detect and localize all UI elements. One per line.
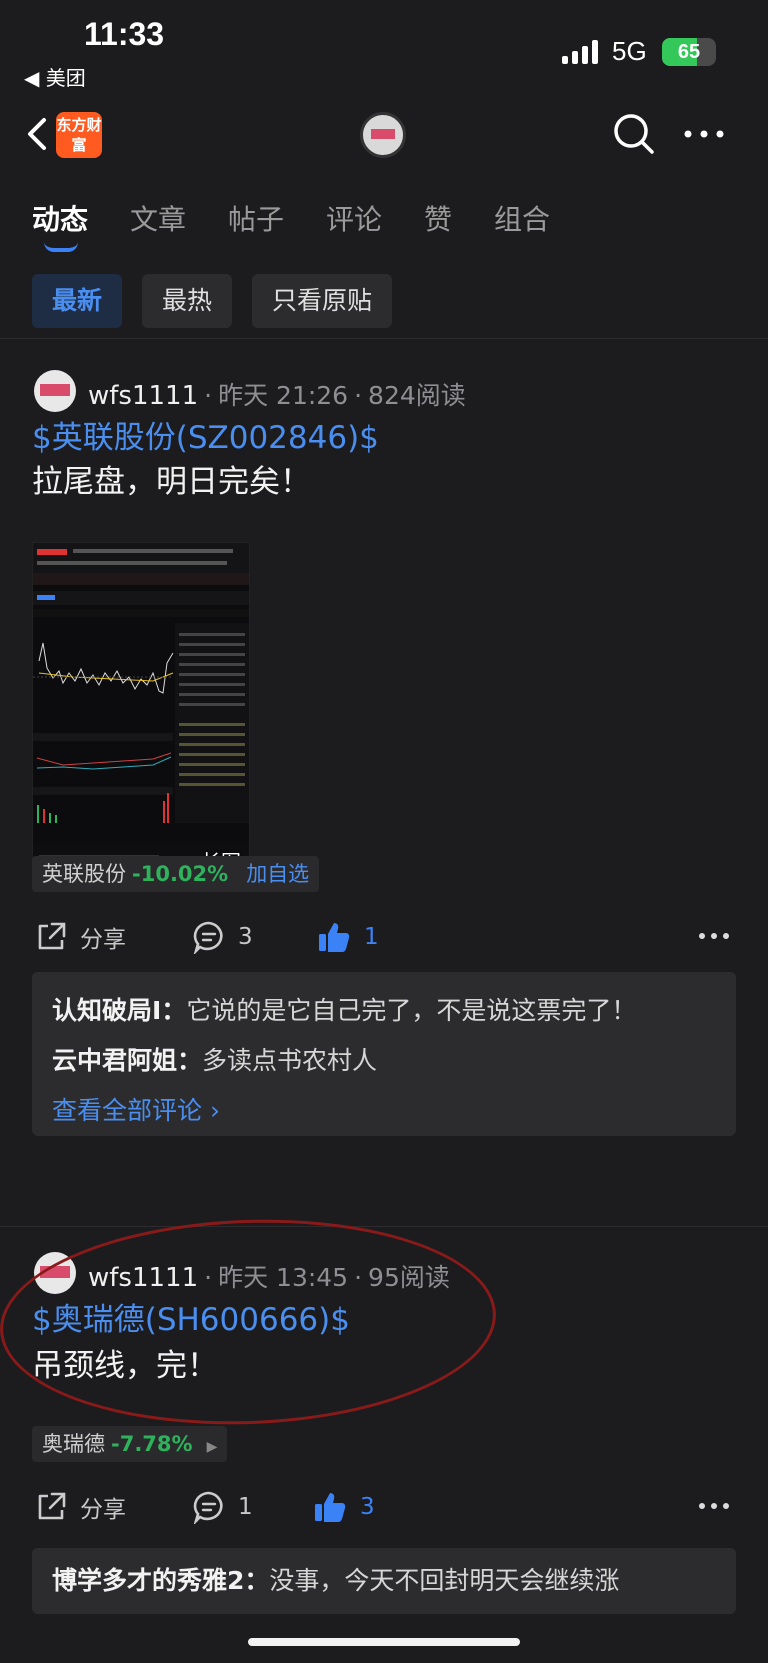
share-icon bbox=[38, 922, 66, 950]
stock-tag[interactable]: 奥瑞德 -7.78% ▶ bbox=[32, 1426, 228, 1462]
comments-preview: 认知破局I：它说的是它自己完了，不是说这票完了！ 云中君阿姐：多读点书农村人 查… bbox=[32, 972, 736, 1136]
like-button[interactable]: 1 bbox=[316, 912, 379, 962]
battery-icon: 65 bbox=[662, 38, 716, 66]
comment-item[interactable]: 认知破局I：它说的是它自己完了，不是说这票完了！ bbox=[52, 986, 716, 1036]
nav-header: 东方财富 bbox=[0, 100, 768, 180]
post-text: 吊颈线，完！ bbox=[32, 1348, 218, 1384]
divider bbox=[0, 1226, 768, 1227]
like-button[interactable]: 3 bbox=[312, 1482, 375, 1532]
status-bar: 11:33 ◀ 美团 5G 65 bbox=[0, 0, 768, 100]
network-type: 5G bbox=[612, 36, 647, 66]
comment-user[interactable]: 博学多才的秀雅2： bbox=[52, 1566, 269, 1595]
tab-articles[interactable]: 文章 bbox=[130, 198, 186, 238]
stock-change: -7.78% bbox=[111, 1432, 193, 1456]
tab-portfolios[interactable]: 组合 bbox=[494, 198, 550, 238]
tab-likes[interactable]: 赞 bbox=[424, 198, 452, 238]
filter-original-only[interactable]: 只看原贴 bbox=[252, 274, 393, 328]
comment-text: 它说的是它自己完了，不是说这票完了！ bbox=[186, 996, 637, 1025]
divider bbox=[0, 338, 768, 339]
comments-preview: 博学多才的秀雅2：没事，今天不回封明天会继续涨 bbox=[32, 1548, 736, 1614]
thumbs-up-icon bbox=[315, 1493, 346, 1522]
stock-link[interactable]: $奥瑞德(SH600666)$ bbox=[32, 1294, 350, 1339]
post-text: 拉尾盘，明日完矣！ bbox=[32, 464, 311, 500]
signal-icon bbox=[562, 40, 600, 64]
status-time: 11:33 bbox=[84, 16, 165, 52]
post-time: 昨天 21:26 bbox=[218, 381, 349, 410]
author-avatar[interactable] bbox=[34, 1252, 76, 1294]
stock-chart-thumbnail bbox=[33, 543, 249, 883]
comment-item[interactable]: 云中君阿姐：多读点书农村人 bbox=[52, 1036, 716, 1086]
share-button[interactable]: 分享 bbox=[34, 1482, 126, 1532]
more-options-icon[interactable] bbox=[696, 924, 732, 948]
comment-user[interactable]: 认知破局I： bbox=[52, 996, 186, 1025]
comment-button[interactable]: 3 bbox=[192, 912, 253, 962]
post-time: 昨天 13:45 bbox=[218, 1263, 349, 1292]
app-logo[interactable]: 东方财富 bbox=[56, 112, 102, 158]
post-meta: wfs1111 · 昨天 13:45 · 95阅读 bbox=[88, 1263, 450, 1293]
search-icon[interactable] bbox=[610, 110, 658, 158]
filter-latest[interactable]: 最新 bbox=[32, 274, 123, 328]
comment-text: 没事，今天不回封明天会继续涨 bbox=[269, 1566, 620, 1595]
stock-change: -10.02% bbox=[132, 862, 229, 886]
stock-tag[interactable]: 英联股份 -10.02% 加自选 bbox=[32, 856, 320, 892]
share-button[interactable]: 分享 bbox=[34, 912, 126, 962]
filter-hottest[interactable]: 最热 bbox=[142, 274, 233, 328]
back-arrow-icon[interactable] bbox=[18, 114, 58, 154]
stock-link[interactable]: $英联股份(SZ002846)$ bbox=[32, 412, 379, 457]
share-label: 分享 bbox=[80, 927, 126, 953]
tab-posts[interactable]: 帖子 bbox=[228, 198, 284, 238]
home-indicator[interactable] bbox=[248, 1638, 520, 1646]
comment-count: 3 bbox=[238, 924, 253, 950]
tab-dynamic[interactable]: 动态 bbox=[32, 198, 88, 238]
post-actions: 分享 1 3 bbox=[0, 1482, 768, 1532]
comment-user[interactable]: 云中君阿姐： bbox=[52, 1046, 202, 1075]
add-watchlist-button[interactable]: 加自选 bbox=[246, 862, 309, 886]
author-avatar[interactable] bbox=[34, 370, 76, 412]
battery-level: 65 bbox=[677, 41, 701, 63]
chevron-right-icon: ▶ bbox=[206, 1439, 218, 1455]
comment-count: 1 bbox=[238, 1494, 253, 1520]
back-to-app-link[interactable]: ◀ 美团 bbox=[24, 62, 86, 91]
content-tabs: 动态 文章 帖子 评论 赞 组合 bbox=[0, 198, 768, 258]
stock-name: 英联股份 bbox=[42, 862, 126, 886]
tab-comments[interactable]: 评论 bbox=[326, 198, 382, 238]
comment-button[interactable]: 1 bbox=[192, 1482, 253, 1532]
like-count: 1 bbox=[364, 924, 379, 950]
post-meta: wfs1111 · 昨天 21:26 · 824阅读 bbox=[88, 381, 466, 411]
view-all-comments-link[interactable]: 查看全部评论 › bbox=[52, 1086, 716, 1136]
more-options-icon[interactable] bbox=[696, 1494, 732, 1518]
share-label: 分享 bbox=[80, 1497, 126, 1523]
post-actions: 分享 3 1 bbox=[0, 912, 768, 962]
comment-item[interactable]: 博学多才的秀雅2：没事，今天不回封明天会继续涨 bbox=[52, 1556, 716, 1606]
like-count: 3 bbox=[360, 1494, 375, 1520]
stock-name: 奥瑞德 bbox=[42, 1432, 105, 1456]
user-avatar[interactable] bbox=[360, 112, 406, 158]
thumbs-up-icon bbox=[319, 923, 350, 952]
comment-icon bbox=[193, 1491, 223, 1524]
author-name[interactable]: wfs1111 bbox=[88, 1263, 198, 1293]
comment-text: 多读点书农村人 bbox=[202, 1046, 378, 1075]
more-icon[interactable] bbox=[680, 118, 728, 150]
post-image[interactable]: 长图 bbox=[32, 542, 250, 884]
tab-active-indicator bbox=[44, 242, 78, 252]
share-icon bbox=[38, 1492, 66, 1520]
comment-icon bbox=[193, 921, 223, 954]
post-reads: 95阅读 bbox=[368, 1263, 450, 1292]
post-reads: 824阅读 bbox=[368, 381, 466, 410]
author-name[interactable]: wfs1111 bbox=[88, 381, 198, 411]
